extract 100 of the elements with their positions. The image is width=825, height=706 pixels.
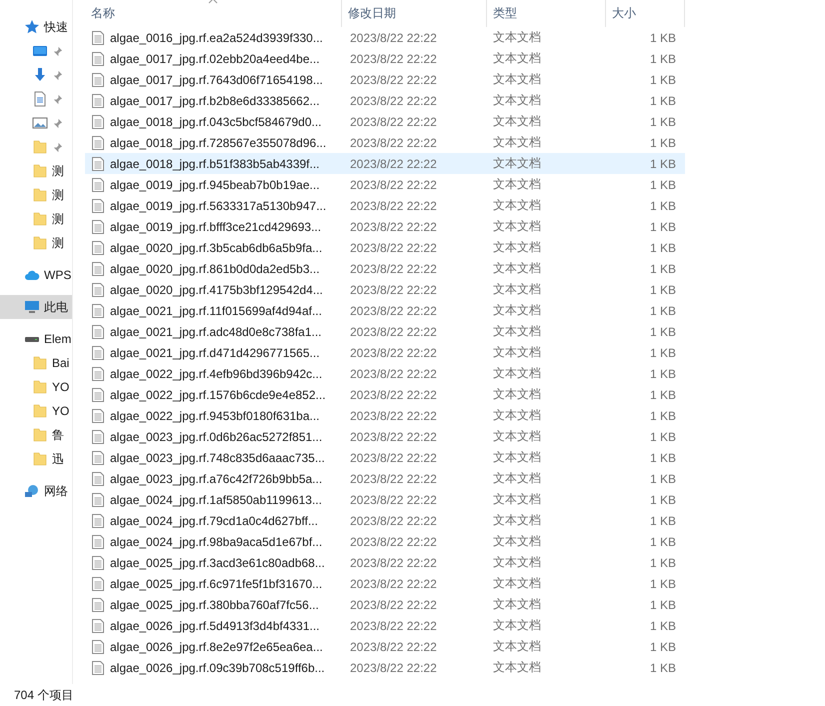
file-type: 文本文档 (492, 323, 542, 340)
file-row[interactable]: algae_0026_jpg.rf.5d4913f3d4bf4331... 2023/8/22 22:22 文本文档 1 KB (85, 615, 685, 636)
file-name: algae_0020_jpg.rf.3b5cab6db6a5b9fa... (110, 240, 322, 254)
file-size: 1 KB (648, 556, 677, 570)
text-file-icon (92, 576, 104, 590)
file-row[interactable]: algae_0021_jpg.rf.d471d4296771565... 2023/8/22 22:22 文本文档 1 KB (85, 342, 685, 363)
column-header[interactable]: 大小 (606, 0, 685, 27)
folder-icon (32, 451, 48, 467)
sidebar-item[interactable]: WPS (0, 263, 72, 287)
text-file-icon (92, 408, 104, 422)
file-name: algae_0023_jpg.rf.0d6b26ac5272f851... (110, 430, 322, 444)
pin-icon (52, 46, 63, 56)
sidebar-item[interactable]: YO (0, 399, 72, 423)
file-type: 文本文档 (492, 239, 542, 256)
file-name: algae_0017_jpg.rf.7643d06f71654198... (110, 72, 323, 86)
file-row[interactable]: algae_0023_jpg.rf.0d6b26ac5272f851... 2023/8/22 22:22 文本文档 1 KB (85, 426, 685, 447)
file-size: 1 KB (648, 388, 677, 402)
sidebar-item[interactable]: 测 (0, 207, 72, 231)
file-row[interactable]: algae_0025_jpg.rf.380bba760af7fc56... 2023/8/22 22:22 文本文档 1 KB (85, 594, 685, 615)
file-row[interactable]: algae_0017_jpg.rf.02ebb20a4eed4be... 2023/8/22 22:22 文本文档 1 KB (85, 48, 685, 69)
text-file-icon (92, 640, 104, 654)
file-size: 1 KB (648, 282, 677, 296)
file-name: algae_0019_jpg.rf.bfff3ce21cd429693... (110, 220, 322, 234)
file-row[interactable]: algae_0016_jpg.rf.ea2a524d3939f330... 2023/8/22 22:22 文本文档 1 KB (85, 27, 685, 48)
modified-date: 2023/8/22 22:22 (349, 492, 438, 506)
file-row[interactable]: algae_0025_jpg.rf.6c971fe5f1bf31670... 2023/8/22 22:22 文本文档 1 KB (85, 573, 685, 594)
file-type: 文本文档 (492, 50, 542, 67)
file-row[interactable]: algae_0020_jpg.rf.861b0d0da2ed5b3... 2023/8/22 22:22 文本文档 1 KB (85, 258, 685, 279)
sidebar-item[interactable]: 测 (0, 183, 72, 207)
file-type: 文本文档 (492, 575, 542, 592)
file-type: 文本文档 (492, 470, 542, 487)
sidebar-item[interactable]: Bai (0, 351, 72, 375)
file-row[interactable]: algae_0022_jpg.rf.9453bf0180f631ba... 2023/8/22 22:22 文本文档 1 KB (85, 405, 685, 426)
sidebar-item[interactable]: 测 (0, 159, 72, 183)
file-row[interactable]: algae_0021_jpg.rf.11f015699af4d94af... 2023/8/22 22:22 文本文档 1 KB (85, 300, 685, 321)
file-type: 文本文档 (492, 113, 542, 130)
file-row[interactable]: algae_0017_jpg.rf.b2b8e6d33385662... 2023/8/22 22:22 文本文档 1 KB (85, 90, 685, 111)
file-row[interactable]: algae_0023_jpg.rf.a76c42f726b9bb5a... 2023/8/22 22:22 文本文档 1 KB (85, 468, 685, 489)
file-size: 1 KB (648, 30, 677, 44)
sidebar-item[interactable]: 测 (0, 231, 72, 255)
column-header[interactable]: 类型 (487, 0, 606, 27)
file-size: 1 KB (648, 472, 677, 486)
item-count: 704 个项目 (14, 686, 74, 704)
file-row[interactable]: algae_0018_jpg.rf.b51f383b5ab4339f... 2023/8/22 22:22 文本文档 1 KB (85, 153, 685, 174)
file-row[interactable]: algae_0018_jpg.rf.728567e355078d96... 2023/8/22 22:22 文本文档 1 KB (85, 132, 685, 153)
file-name: algae_0018_jpg.rf.043c5bcf584679d0... (110, 114, 322, 128)
folder-icon (32, 403, 48, 419)
file-row[interactable]: algae_0019_jpg.rf.5633317a5130b947... 2023/8/22 22:22 文本文档 1 KB (85, 195, 685, 216)
file-row[interactable]: algae_0020_jpg.rf.4175b3bf129542d4... 2023/8/22 22:22 文本文档 1 KB (85, 279, 685, 300)
modified-date: 2023/8/22 22:22 (349, 346, 438, 360)
file-row[interactable]: algae_0024_jpg.rf.1af5850ab1199613... 2023/8/22 22:22 文本文档 1 KB (85, 489, 685, 510)
sidebar-item[interactable]: 网络 (0, 479, 72, 503)
file-size: 1 KB (648, 450, 677, 464)
file-row[interactable]: algae_0019_jpg.rf.945beab7b0b19ae... 2023/8/22 22:22 文本文档 1 KB (85, 174, 685, 195)
file-size: 1 KB (648, 640, 677, 654)
file-row[interactable]: algae_0020_jpg.rf.3b5cab6db6a5b9fa... 2023/8/22 22:22 文本文档 1 KB (85, 237, 685, 258)
column-header[interactable]: 名称 (85, 0, 342, 27)
text-file-icon (92, 660, 104, 674)
file-type: 文本文档 (492, 659, 542, 676)
sidebar-item[interactable]: YO (0, 375, 72, 399)
sidebar-item[interactable]: 快速 (0, 15, 72, 39)
file-row[interactable]: algae_0026_jpg.rf.09c39b708c519ff6b... 2023/8/22 22:22 文本文档 1 KB (85, 657, 685, 678)
file-name: algae_0024_jpg.rf.98ba9aca5d1e67bf... (110, 534, 322, 548)
file-size: 1 KB (648, 618, 677, 632)
file-row[interactable]: algae_0024_jpg.rf.98ba9aca5d1e67bf... 2023/8/22 22:22 文本文档 1 KB (85, 531, 685, 552)
folder-icon (32, 235, 48, 251)
file-size: 1 KB (648, 576, 677, 590)
text-file-icon (92, 388, 104, 402)
modified-date: 2023/8/22 22:22 (349, 52, 438, 66)
file-row[interactable]: algae_0021_jpg.rf.adc48d0e8c738fa1... 2023/8/22 22:22 文本文档 1 KB (85, 321, 685, 342)
text-file-icon (92, 282, 104, 296)
file-name: algae_0023_jpg.rf.a76c42f726b9bb5a... (110, 472, 322, 486)
file-row[interactable]: algae_0026_jpg.rf.8e2e97f2e65ea6ea... 2023/8/22 22:22 文本文档 1 KB (85, 636, 685, 657)
file-row[interactable]: algae_0024_jpg.rf.79cd1a0c4d627bff... 2023/8/22 22:22 文本文档 1 KB (85, 510, 685, 531)
file-name: algae_0026_jpg.rf.8e2e97f2e65ea6ea... (110, 640, 323, 654)
text-file-icon (92, 240, 104, 254)
text-file-icon (92, 94, 104, 108)
sidebar-item[interactable]: 鲁 (0, 423, 72, 447)
file-row[interactable]: algae_0022_jpg.rf.1576b6cde9e4e852... 2023/8/22 22:22 文本文档 1 KB (85, 384, 685, 405)
text-file-icon (92, 304, 104, 318)
text-file-icon (92, 324, 104, 338)
file-size: 1 KB (648, 324, 677, 338)
file-size: 1 KB (648, 156, 677, 170)
file-size: 1 KB (648, 598, 677, 612)
file-row[interactable]: algae_0022_jpg.rf.4efb96bd396b942c... 2023/8/22 22:22 文本文档 1 KB (85, 363, 685, 384)
file-name: algae_0025_jpg.rf.6c971fe5f1bf31670... (110, 576, 322, 590)
file-row[interactable]: algae_0018_jpg.rf.043c5bcf584679d0... 2023/8/22 22:22 文本文档 1 KB (85, 111, 685, 132)
modified-date: 2023/8/22 22:22 (349, 640, 438, 654)
pin-icon (52, 142, 63, 152)
file-row[interactable]: algae_0025_jpg.rf.3acd3e61c80adb68... 2023/8/22 22:22 文本文档 1 KB (85, 552, 685, 573)
file-name: algae_0021_jpg.rf.d471d4296771565... (110, 346, 320, 360)
column-header[interactable]: 修改日期 (342, 0, 487, 27)
file-name: algae_0020_jpg.rf.861b0d0da2ed5b3... (110, 262, 320, 276)
sidebar-item[interactable]: Elem (0, 327, 72, 351)
file-row[interactable]: algae_0017_jpg.rf.7643d06f71654198... 2023/8/22 22:22 文本文档 1 KB (85, 69, 685, 90)
file-row[interactable]: algae_0019_jpg.rf.bfff3ce21cd429693... 2023/8/22 22:22 文本文档 1 KB (85, 216, 685, 237)
sidebar-item[interactable]: 迅 (0, 447, 72, 471)
sidebar-item[interactable]: 此电 (0, 295, 72, 319)
modified-date: 2023/8/22 22:22 (349, 304, 438, 318)
file-row[interactable]: algae_0023_jpg.rf.748c835d6aaac735... 2023/8/22 22:22 文本文档 1 KB (85, 447, 685, 468)
